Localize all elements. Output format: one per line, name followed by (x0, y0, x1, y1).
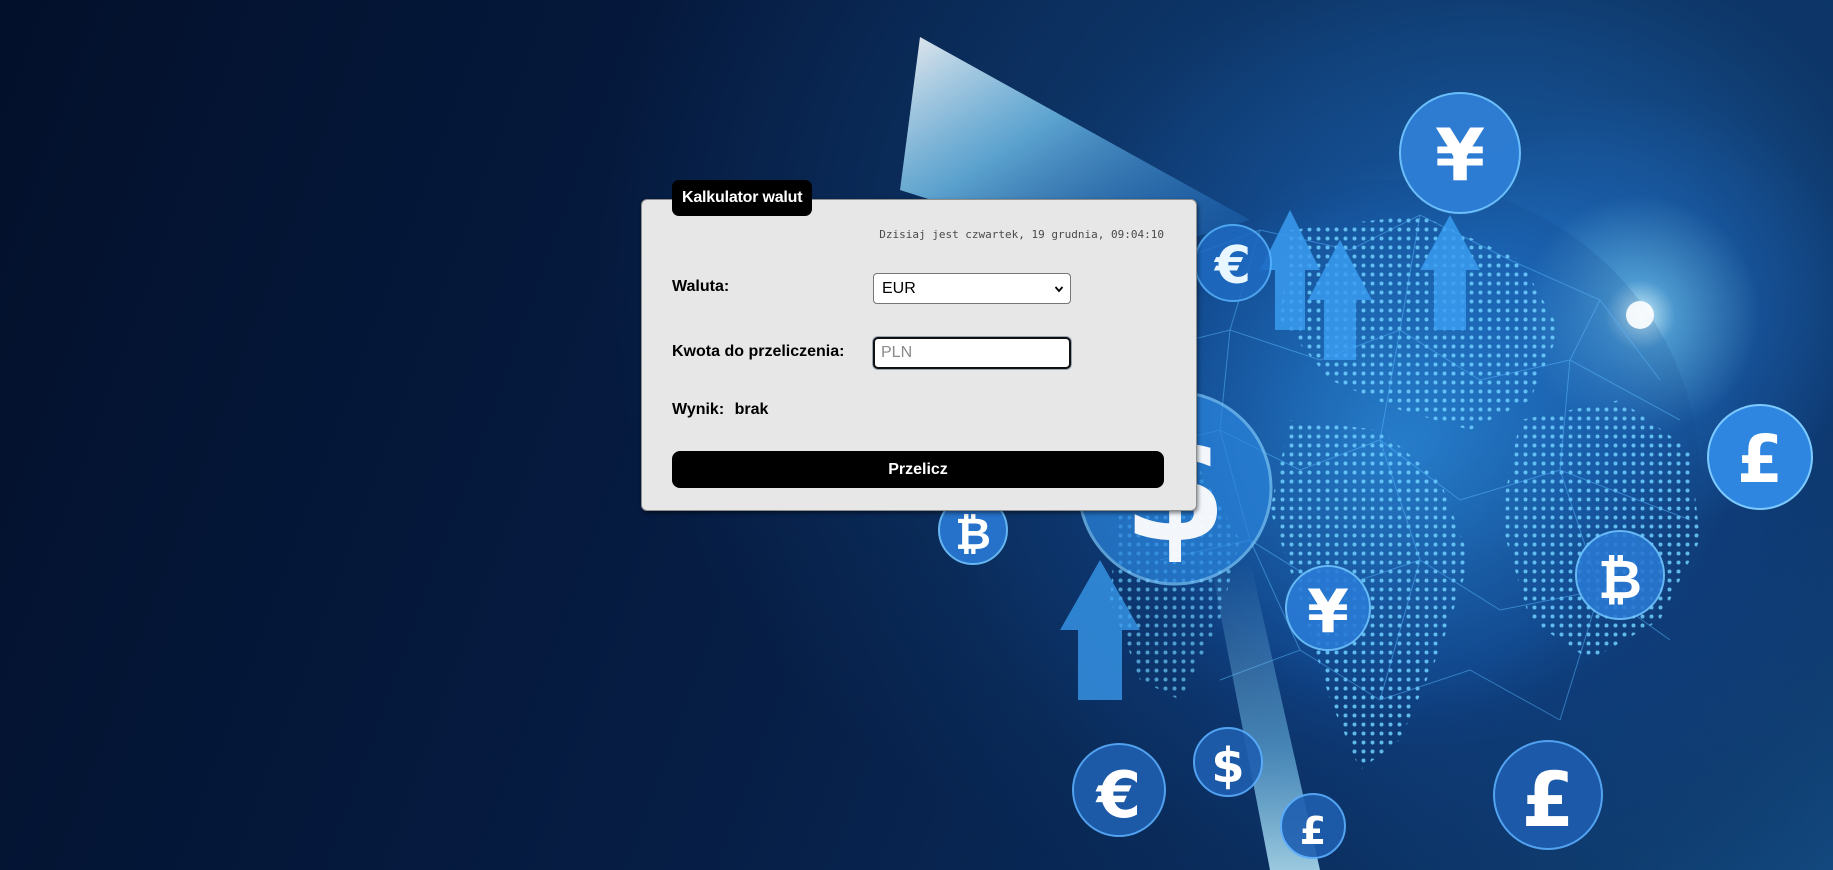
currency-select[interactable]: EUR (873, 273, 1071, 304)
euro-coin-icon: ¥ (1285, 565, 1371, 651)
amount-input[interactable]: PLN (873, 337, 1071, 369)
dollar-coin-icon: $ (1193, 727, 1263, 797)
yen-coin-icon: ¥ (1399, 92, 1521, 214)
coin-symbol: $ (1211, 738, 1244, 794)
amount-input-placeholder: PLN (881, 344, 913, 361)
coin-symbol: ₿ (955, 509, 991, 560)
bitcoin-coin-icon: € (1072, 743, 1166, 837)
chevron-down-icon (1054, 286, 1064, 293)
coin-symbol: ¥ (1435, 113, 1485, 197)
pound-coin-icon: £ (1707, 404, 1813, 510)
result-row: Wynik: brak (672, 401, 768, 419)
euro-coin-icon: € (1194, 224, 1272, 302)
convert-button[interactable]: Przelicz (672, 451, 1164, 488)
coin-symbol: ¥ (1307, 577, 1349, 647)
coin-symbol: £ (1737, 421, 1783, 498)
amount-label: Kwota do przeliczenia: (672, 343, 845, 360)
current-date-text: Dzisiaj jest czwartek, 19 grudnia, 09:04… (879, 228, 1164, 241)
pound-coin-icon: £ (1280, 793, 1346, 859)
coin-symbol: £ (1522, 755, 1575, 844)
coin-symbol: € (1095, 759, 1142, 833)
light-flare (1626, 301, 1654, 329)
coin-symbol: £ (1300, 809, 1326, 853)
result-label: Wynik: (672, 401, 725, 418)
coin-symbol: ₿ (1598, 548, 1642, 611)
pound-coin-icon: £ (1493, 740, 1603, 850)
result-value: brak (734, 401, 769, 418)
currency-label: Waluta: (672, 278, 730, 295)
bitcoin-coin-icon: ₿ (1575, 530, 1665, 620)
coin-symbol: € (1214, 236, 1251, 296)
currency-select-value: EUR (882, 280, 916, 297)
panel-title: Kalkulator walut (672, 180, 813, 216)
